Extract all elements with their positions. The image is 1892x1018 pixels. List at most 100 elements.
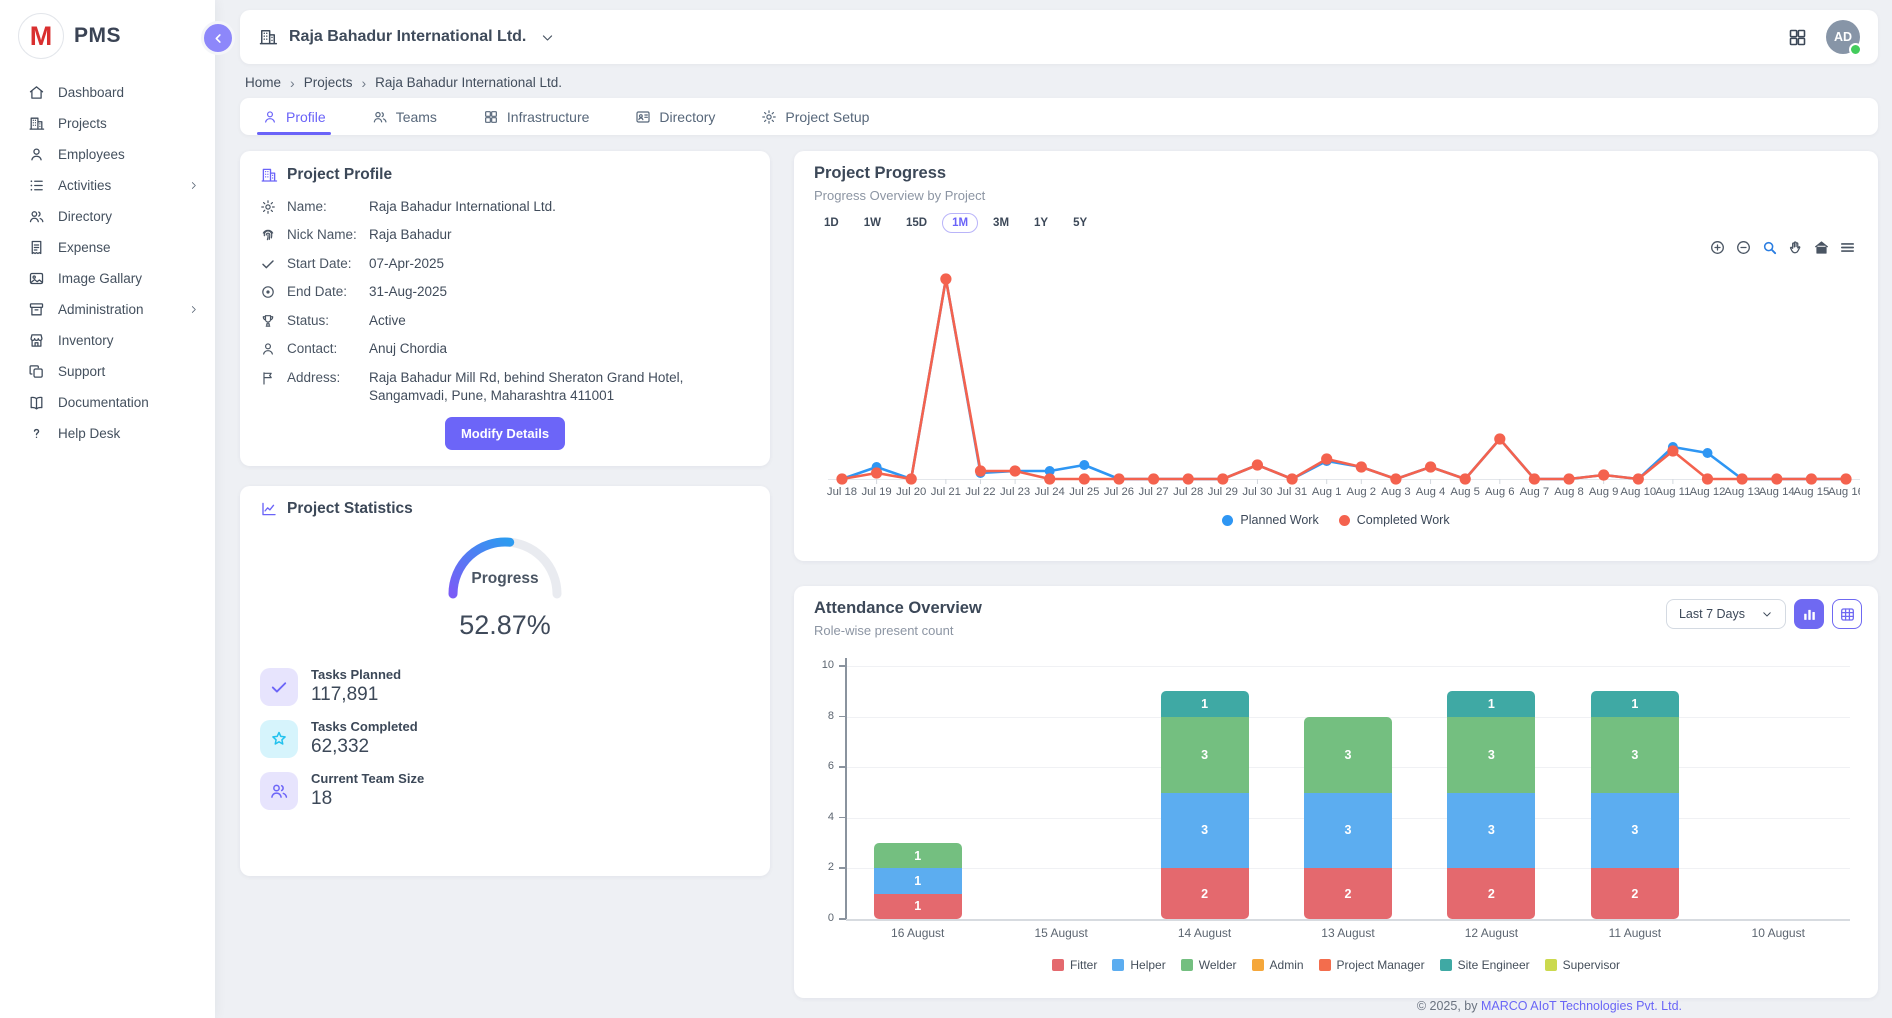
bar-segment-helper[interactable]: 3 <box>1447 793 1535 869</box>
bar-segment-welder[interactable]: 1 <box>874 843 962 868</box>
bar-segment-site-engineer[interactable]: 1 <box>1591 691 1679 716</box>
legend-item-supervisor[interactable]: Supervisor <box>1545 958 1620 972</box>
range-button-3m[interactable]: 3M <box>983 213 1019 233</box>
sidebar-nav: DashboardProjectsEmployeesActivities Dire… <box>0 73 215 449</box>
bar-segment-helper[interactable]: 3 <box>1304 793 1392 869</box>
sidebar-item-image-gallary[interactable]: Image Gallary <box>0 263 215 294</box>
field-value: 31-Aug-2025 <box>369 283 750 301</box>
stacked-bar-14-august[interactable]: 1332 <box>1161 691 1249 919</box>
bar-segment-fitter[interactable]: 2 <box>1161 868 1249 919</box>
sidebar-item-activities[interactable]: Activities <box>0 170 215 201</box>
table-view-button[interactable] <box>1832 599 1862 629</box>
sidebar-item-expense[interactable]: Expense <box>0 232 215 263</box>
user-avatar[interactable]: AD <box>1826 20 1860 54</box>
sidebar-item-projects[interactable]: Projects <box>0 108 215 139</box>
sidebar-item-directory[interactable]: Directory <box>0 201 215 232</box>
building-icon <box>260 166 278 184</box>
sidebar-item-help-desk[interactable]: Help Desk <box>0 418 215 449</box>
bar-segment-site-engineer[interactable]: 1 <box>1161 691 1249 716</box>
gauge-arc <box>430 522 580 602</box>
apps-grid-icon[interactable] <box>1787 27 1808 48</box>
bar-segment-welder[interactable]: 3 <box>1591 717 1679 793</box>
footer-company-link[interactable]: MARCO AIoT Technologies Pvt. Ltd. <box>1481 999 1682 1013</box>
legend-label: Admin <box>1270 958 1304 972</box>
chart-subtitle: Progress Overview by Project <box>814 188 1858 203</box>
legend-label: Supervisor <box>1563 958 1620 972</box>
sidebar-item-employees[interactable]: Employees <box>0 139 215 170</box>
field-value: Raja Bahadur Mill Rd, behind Sheraton Gr… <box>369 369 750 405</box>
stacked-bar-13-august[interactable]: 332 <box>1304 717 1392 919</box>
legend-item-fitter[interactable]: Fitter <box>1052 958 1097 972</box>
stacked-bar-12-august[interactable]: 1332 <box>1447 691 1535 919</box>
bar-segment-fitter[interactable]: 1 <box>874 894 962 919</box>
stacked-bar-16-august[interactable]: 111 <box>874 843 962 919</box>
sidebar-item-dashboard[interactable]: Dashboard <box>0 77 215 108</box>
bar-segment-welder[interactable]: 3 <box>1304 717 1392 793</box>
bar-segment-welder[interactable]: 3 <box>1161 717 1249 793</box>
range-button-1d[interactable]: 1D <box>814 213 849 233</box>
bar-segment-helper[interactable]: 3 <box>1591 793 1679 869</box>
bar-slot-16-august: 111 <box>846 666 989 919</box>
field-label: Contact: <box>287 340 369 358</box>
chart-view-button[interactable] <box>1794 599 1824 629</box>
sidebar-item-inventory[interactable]: Inventory <box>0 325 215 356</box>
store-icon <box>28 332 45 349</box>
bar-segment-fitter[interactable]: 2 <box>1591 868 1679 919</box>
attendance-bar-chart[interactable]: 0246810111133233213321332 <box>846 666 1850 919</box>
tab-profile[interactable]: Profile <box>262 98 326 135</box>
online-status-dot <box>1849 43 1862 56</box>
sidebar-collapse-button[interactable] <box>201 21 235 55</box>
range-button-1y[interactable]: 1Y <box>1024 213 1058 233</box>
y-axis-label: 4 <box>804 811 834 823</box>
bar-segment-site-engineer[interactable]: 1 <box>1447 691 1535 716</box>
sidebar-item-support[interactable]: Support <box>0 356 215 387</box>
sidebar-item-label: Directory <box>58 209 112 224</box>
breadcrumb-item-projects[interactable]: Projects <box>304 75 353 90</box>
gauge-label: Progress <box>430 570 580 588</box>
x-axis-label: 15 August <box>989 926 1132 940</box>
brand-logo[interactable]: M PMS <box>0 0 215 73</box>
field-label: Address: <box>287 369 369 405</box>
chevron-down-icon <box>540 30 555 45</box>
bar-slot-10-august <box>1707 666 1850 919</box>
field-label: Start Date: <box>287 255 369 273</box>
sidebar-item-administration[interactable]: Administration <box>0 294 215 325</box>
bar-segment-helper[interactable]: 1 <box>874 868 962 893</box>
bar-segment-fitter[interactable]: 2 <box>1304 868 1392 919</box>
range-button-1w[interactable]: 1W <box>854 213 891 233</box>
range-button-5y[interactable]: 5Y <box>1063 213 1097 233</box>
chart-line-icon <box>260 500 278 518</box>
legend-item-site-engineer[interactable]: Site Engineer <box>1440 958 1530 972</box>
sidebar-item-documentation[interactable]: Documentation <box>0 387 215 418</box>
bar-segment-welder[interactable]: 3 <box>1447 717 1535 793</box>
legend-item-project-manager[interactable]: Project Manager <box>1319 958 1425 972</box>
range-button-15d[interactable]: 15D <box>896 213 937 233</box>
modify-details-button[interactable]: Modify Details <box>445 417 565 450</box>
field-label: Nick Name: <box>287 226 369 244</box>
profile-field-end-date: End Date:31-Aug-2025 <box>260 283 750 301</box>
company-selector[interactable]: Raja Bahadur International Ltd. <box>258 27 555 47</box>
svg-text:Jul 20: Jul 20 <box>896 486 926 498</box>
tab-project-setup[interactable]: Project Setup <box>761 98 869 135</box>
company-name: Raja Bahadur International Ltd. <box>289 28 526 46</box>
profile-actions: Modify Details <box>260 417 750 450</box>
tab-infrastructure[interactable]: Infrastructure <box>483 98 589 135</box>
legend-item-admin[interactable]: Admin <box>1252 958 1304 972</box>
progress-line-chart[interactable]: Jul 18Jul 19Jul 20Jul 21Jul 22Jul 23Jul … <box>814 251 1860 503</box>
legend-item-helper[interactable]: Helper <box>1112 958 1165 972</box>
tab-label: Teams <box>396 109 437 125</box>
profile-field-start-date: Start Date:07-Apr-2025 <box>260 255 750 273</box>
bar-segment-fitter[interactable]: 2 <box>1447 868 1535 919</box>
legend-item-planned-work[interactable]: Planned Work <box>1222 513 1318 527</box>
stacked-bar-11-august[interactable]: 1332 <box>1591 691 1679 919</box>
range-button-1m[interactable]: 1M <box>942 213 978 233</box>
date-range-dropdown[interactable]: Last 7 Days <box>1666 599 1786 629</box>
bar-segment-helper[interactable]: 3 <box>1161 793 1249 869</box>
legend-item-welder[interactable]: Welder <box>1181 958 1237 972</box>
tab-directory[interactable]: Directory <box>635 98 715 135</box>
tab-teams[interactable]: Teams <box>372 98 437 135</box>
line-chart-svg[interactable]: Jul 18Jul 19Jul 20Jul 21Jul 22Jul 23Jul … <box>814 251 1860 503</box>
svg-text:Aug 15: Aug 15 <box>1793 486 1829 498</box>
legend-item-completed-work[interactable]: Completed Work <box>1339 513 1450 527</box>
breadcrumb-item-home[interactable]: Home <box>245 75 281 90</box>
